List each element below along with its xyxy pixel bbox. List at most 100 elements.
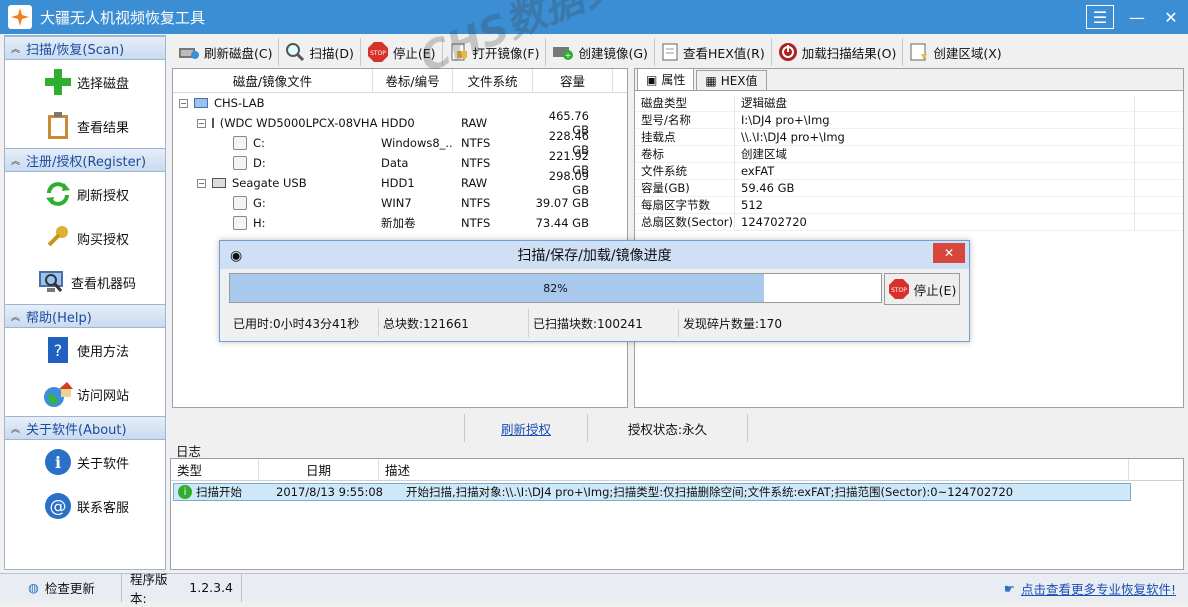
computer-search-icon	[35, 265, 69, 299]
collapse-icon[interactable]: −	[179, 98, 188, 108]
tree-row[interactable]: − Seagate USB HDD1 RAW 298.09 GB	[173, 169, 627, 197]
tree-row[interactable]: H: 新加卷 NTFS 73.44 GB	[173, 213, 627, 233]
close-icon[interactable]: ✕	[933, 243, 965, 263]
section-about[interactable]: ︽ 关于软件(About)	[5, 416, 165, 440]
close-icon[interactable]: ✕	[1154, 0, 1188, 34]
globe-home-icon	[41, 377, 75, 411]
fragments-found: 发现碎片数量:170	[683, 316, 782, 331]
tree-node-fs: NTFS	[461, 136, 491, 150]
col-label[interactable]: 卷标/编号	[373, 69, 453, 92]
col-disk[interactable]: 磁盘/镜像文件	[173, 69, 373, 92]
sidebar-item-label: 购买授权	[77, 232, 130, 248]
sidebar-item-label: 查看结果	[77, 120, 130, 136]
hard-disk-icon	[212, 178, 226, 188]
properties-icon: ▣	[646, 72, 658, 87]
dialog-stop-button[interactable]: STOP 停止(E)	[884, 273, 960, 305]
refresh-license-link[interactable]: 刷新授权	[501, 419, 551, 438]
dialog-title-bar[interactable]: ◉ 扫描/保存/加载/镜像进度 ✕	[220, 241, 969, 269]
prop-key: 磁盘类型	[635, 94, 735, 112]
tree-node-name: C:	[253, 136, 265, 150]
scanned-blocks: 已扫描块数:100241	[529, 309, 679, 337]
log-date: 2017/8/13 9:55:08	[276, 485, 383, 499]
hex-page-icon	[662, 43, 678, 61]
at-icon: @	[41, 489, 75, 523]
info-icon: i	[178, 485, 192, 499]
section-label: 扫描/恢复(Scan)	[26, 42, 125, 58]
load-scan-result-button[interactable]: 加载扫描结果(O)	[772, 38, 904, 66]
sidebar-item-visit-site[interactable]: 访问网站	[5, 372, 165, 416]
tab-label: 属性	[661, 73, 686, 87]
col-date[interactable]: 日期	[259, 459, 379, 480]
tree-node-label: 新加卷	[381, 216, 416, 230]
log-row[interactable]: i 扫描开始 2017/8/13 9:55:08 开始扫描,扫描对象:\\.\I…	[173, 483, 1131, 501]
tree-node-fs: NTFS	[461, 156, 491, 170]
toolbar: 刷新磁盘(C) 扫描(D) STOP 停止(E) 打开镜像(F) + 创建镜像(…	[172, 36, 1184, 68]
tree-node-name: G:	[253, 196, 266, 210]
license-bar: 刷新授权 授权状态:永久	[172, 414, 1184, 442]
partition-icon	[233, 136, 247, 150]
tree-node-name: H:	[253, 216, 266, 230]
prop-key: 容量(GB)	[635, 179, 735, 197]
view-hex-button[interactable]: 查看HEX值(R)	[655, 38, 772, 66]
dialog-title: 扫描/保存/加载/镜像进度	[517, 248, 672, 264]
section-help[interactable]: ︽ 帮助(Help)	[5, 304, 165, 328]
hex-icon: ▦	[705, 73, 717, 88]
col-fs[interactable]: 文件系统	[453, 69, 533, 92]
minimize-icon[interactable]: —	[1120, 0, 1154, 34]
tree-node-name: Seagate USB	[232, 176, 307, 190]
prop-value: 124702720	[735, 213, 1135, 231]
partition-icon	[233, 156, 247, 170]
prop-value: exFAT	[735, 162, 1135, 180]
section-register[interactable]: ︽ 注册/授权(Register)	[5, 148, 165, 172]
sidebar-item-about[interactable]: i 关于软件	[5, 440, 165, 484]
prop-row: 每扇区字节数 512	[635, 196, 1183, 214]
button-label: 查看HEX值(R)	[682, 45, 765, 61]
open-image-icon	[451, 43, 467, 61]
create-image-button[interactable]: + 创建镜像(G)	[546, 38, 655, 66]
tree-node-size: 298.09 GB	[548, 169, 589, 197]
tree-node-name: (WDC WD5000LPCX-08VHA	[219, 116, 378, 130]
sidebar-item-buy-license[interactable]: 购买授权	[5, 216, 165, 260]
scan-button[interactable]: 扫描(D)	[279, 38, 361, 66]
sidebar-item-label: 选择磁盘	[77, 76, 130, 92]
check-update-button[interactable]: ◍ 检查更新	[0, 573, 122, 602]
section-scan[interactable]: ︽ 扫描/恢复(Scan)	[5, 36, 165, 60]
sidebar-item-contact[interactable]: @ 联系客服	[5, 484, 165, 528]
prop-key: 型号/名称	[635, 111, 735, 129]
pointer-hand-icon: ☛	[1003, 580, 1015, 596]
sidebar: ︽ 扫描/恢复(Scan) 选择磁盘 查看结果 ︽ 注册/授权(Register) …	[4, 35, 166, 570]
prop-row: 总扇区数(Sector) 124702720	[635, 213, 1183, 231]
prop-value: 创建区域	[735, 145, 1135, 163]
disk-refresh-icon	[179, 48, 199, 59]
sidebar-item-select-disk[interactable]: 选择磁盘	[5, 60, 165, 104]
open-image-button[interactable]: 打开镜像(F)	[443, 38, 547, 66]
sidebar-item-view-results[interactable]: 查看结果	[5, 104, 165, 148]
tree-node-size: 39.07 GB	[535, 196, 589, 210]
power-icon	[778, 43, 797, 61]
sidebar-item-machine-code[interactable]: 查看机器码	[5, 260, 165, 304]
col-type[interactable]: 类型	[171, 459, 259, 480]
tree-row[interactable]: G: WIN7 NTFS 39.07 GB	[173, 193, 627, 213]
elapsed-time: 已用时:0小时43分41秒	[229, 309, 379, 337]
sidebar-item-usage[interactable]: ? 使用方法	[5, 328, 165, 372]
tree-node-label: Windows8_...	[381, 136, 453, 150]
tab-hex[interactable]: ▦ HEX值	[696, 70, 767, 90]
stop-button[interactable]: STOP 停止(E)	[361, 38, 443, 66]
collapse-icon[interactable]: −	[197, 118, 206, 128]
tree-node-label: Data	[381, 156, 409, 170]
tab-properties[interactable]: ▣ 属性	[637, 68, 695, 90]
menu-icon[interactable]: ☰	[1086, 5, 1114, 29]
svg-text:STOP: STOP	[891, 287, 907, 294]
refresh-disk-button[interactable]: 刷新磁盘(C)	[172, 38, 280, 66]
create-region-button[interactable]: 创建区域(X)	[903, 38, 1007, 66]
hard-disk-icon	[211, 118, 214, 128]
status-bar: ◍ 检查更新 程序版本: 1.2.3.4 ☛ 点击查看更多专业恢复软件!	[0, 572, 1188, 606]
more-software-link[interactable]: 点击查看更多专业恢复软件!	[1021, 579, 1176, 598]
col-desc[interactable]: 描述	[379, 459, 1129, 480]
progress-text: 82%	[543, 281, 568, 295]
chevron-up-icon: ︽	[11, 156, 21, 167]
collapse-icon[interactable]: −	[197, 178, 206, 188]
sidebar-item-refresh-license[interactable]: 刷新授权	[5, 172, 165, 216]
info-icon: i	[41, 445, 75, 479]
col-size[interactable]: 容量	[533, 69, 613, 92]
